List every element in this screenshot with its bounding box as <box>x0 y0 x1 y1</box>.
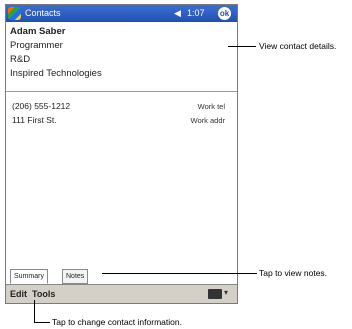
entry-value: 111 First St. <box>12 115 57 125</box>
app-title: Contacts <box>25 8 61 18</box>
ok-button[interactable]: ok <box>218 7 231 20</box>
callout-line-details <box>228 46 256 47</box>
speaker-icon[interactable]: ◀ <box>174 8 181 19</box>
start-icon[interactable] <box>8 7 21 20</box>
keyboard-icon[interactable] <box>208 289 222 299</box>
contact-department: R&D <box>10 54 31 65</box>
entry-value: (206) 555-1212 <box>12 101 71 111</box>
contact-company: Inspired Technologies <box>10 68 102 79</box>
tools-menu[interactable]: Tools <box>32 289 55 299</box>
input-menu-arrow-icon[interactable]: ▾ <box>224 288 228 297</box>
contact-details: Adam Saber Programmer R&D Inspired Techn… <box>10 25 102 81</box>
callout-line-edit-vert <box>34 300 35 322</box>
callout-notes: Tap to view notes. <box>259 268 328 278</box>
command-bar: Edit Tools ▾ <box>6 284 237 303</box>
edit-menu[interactable]: Edit <box>10 289 27 299</box>
entry-address-label: Work addr <box>190 116 225 125</box>
title-bar: Contacts ◀ 1:07 ok <box>6 5 237 22</box>
callout-edit: Tap to change contact information. <box>52 317 182 327</box>
entry-phone[interactable]: (206) 555-1212 <box>12 101 70 111</box>
contact-title: Programmer <box>10 40 63 51</box>
contact-name: Adam Saber <box>10 26 66 37</box>
clock[interactable]: 1:07 <box>187 8 205 18</box>
callout-details: View contact details. <box>259 41 337 51</box>
page: { "app": { "title": "Contacts", "clock":… <box>0 0 352 329</box>
divider <box>6 91 237 92</box>
entry-address[interactable]: 111 First St. <box>12 115 57 125</box>
callout-line-edit-horiz <box>34 322 50 323</box>
pocketpc-window: Contacts ◀ 1:07 ok Adam Saber Programmer… <box>5 4 238 304</box>
callout-line-notes <box>102 273 257 274</box>
entry-phone-label: Work tel <box>197 102 225 111</box>
tab-summary[interactable]: Summary <box>10 269 48 284</box>
tab-notes[interactable]: Notes <box>62 269 89 284</box>
